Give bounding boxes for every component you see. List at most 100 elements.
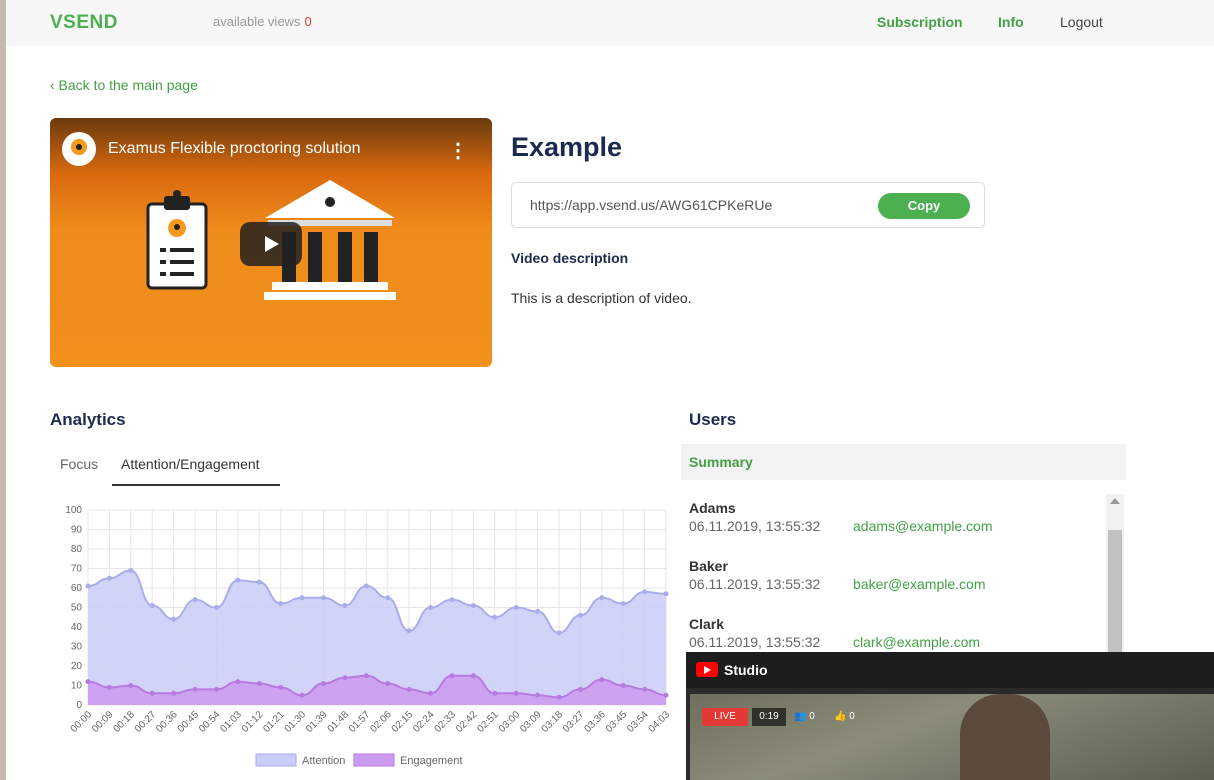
video-title[interactable]: Examus Flexible proctoring solution xyxy=(108,140,361,158)
viewers-count: 👥 0 xyxy=(794,711,815,722)
x-tick-label: 03:00 xyxy=(497,709,523,735)
x-tick-label: 02:33 xyxy=(433,709,459,735)
scrollbar-thumb[interactable] xyxy=(1108,530,1122,654)
x-tick-label: 00:18 xyxy=(111,709,137,735)
engagement-point xyxy=(213,686,219,692)
y-tick-label: 70 xyxy=(71,564,83,575)
webcam-feed: LIVE 0:19 👥 0 👍 0 xyxy=(690,694,1214,780)
attention-point xyxy=(385,595,391,601)
attention-point xyxy=(85,583,91,589)
x-tick-label: 01:57 xyxy=(347,709,373,735)
attention-point xyxy=(535,608,541,614)
summary-label: Summary xyxy=(689,454,753,470)
x-tick-label: 00:54 xyxy=(197,709,223,735)
x-tick-label: 01:48 xyxy=(326,709,352,735)
studio-overlay-window[interactable]: Studio LIVE 0:19 👥 0 👍 0 xyxy=(686,652,1214,780)
attention-point xyxy=(449,597,455,603)
x-tick-label: 02:42 xyxy=(454,709,480,735)
attention-point xyxy=(577,612,583,618)
analytics-heading: Analytics xyxy=(50,410,126,429)
attention-point xyxy=(192,597,198,603)
video-name-title: Example xyxy=(511,132,623,162)
engagement-point xyxy=(599,677,605,683)
channel-logo-icon xyxy=(62,132,96,166)
copy-button[interactable]: Copy xyxy=(878,193,970,219)
y-tick-label: 50 xyxy=(71,603,83,614)
users-list: Adams 06.11.2019, 13:55:32 adams@example.… xyxy=(689,500,1109,674)
person-image xyxy=(960,694,1050,780)
list-item[interactable]: Baker 06.11.2019, 13:55:32 baker@example.… xyxy=(689,558,1109,616)
engagement-point xyxy=(128,683,134,688)
y-tick-label: 80 xyxy=(71,544,83,555)
x-tick-label: 03:18 xyxy=(540,709,566,735)
x-tick-label: 01:39 xyxy=(304,709,330,735)
play-button[interactable] xyxy=(240,222,302,266)
active-tab-indicator xyxy=(112,484,280,486)
list-item[interactable]: Adams 06.11.2019, 13:55:32 adams@example.… xyxy=(689,500,1109,558)
user-email[interactable]: adams@example.com xyxy=(853,518,993,534)
engagement-point xyxy=(642,686,648,692)
studio-title: Studio xyxy=(724,662,768,678)
user-name: Adams xyxy=(689,500,736,516)
y-tick-label: 90 xyxy=(71,525,83,536)
attention-point xyxy=(299,595,305,601)
user-email[interactable]: clark@example.com xyxy=(853,634,980,650)
clipboard-icon xyxy=(146,190,208,290)
engagement-point xyxy=(449,673,455,679)
nav-info[interactable]: Info xyxy=(998,14,1024,30)
engagement-point xyxy=(299,692,305,698)
nav-logout[interactable]: Logout xyxy=(1060,14,1103,30)
engagement-point xyxy=(149,690,155,696)
attention-point xyxy=(256,579,262,585)
x-tick-label: 01:21 xyxy=(261,709,287,735)
x-tick-label: 01:30 xyxy=(283,709,309,735)
engagement-point xyxy=(235,679,241,685)
attention-point xyxy=(406,628,412,634)
engagement-point xyxy=(278,684,284,690)
x-tick-label: 04:03 xyxy=(647,709,673,735)
available-views: available views 0 xyxy=(213,14,312,29)
engagement-point xyxy=(192,686,198,692)
x-tick-label: 03:36 xyxy=(582,709,608,735)
back-link[interactable]: ‹ Back to the main page xyxy=(50,77,198,93)
attention-engagement-chart: 010203040506070809010000:0000:0900:1800:… xyxy=(65,505,673,767)
app-logo[interactable]: VSEND xyxy=(50,12,118,34)
more-vert-icon[interactable]: ⋮ xyxy=(448,138,468,163)
engagement-point xyxy=(492,690,498,696)
x-tick-label: 02:06 xyxy=(368,709,394,735)
attention-point xyxy=(492,614,498,620)
share-url-text[interactable]: https://app.vsend.us/AWG61CPKeRUe xyxy=(530,197,772,213)
summary-tab[interactable]: Summary xyxy=(681,444,1126,480)
attention-point xyxy=(663,591,669,597)
attention-point xyxy=(642,589,648,595)
engagement-point xyxy=(577,686,583,692)
nav-subscription[interactable]: Subscription xyxy=(877,14,963,30)
attention-point xyxy=(556,630,562,636)
video-player[interactable]: Examus Flexible proctoring solution ⋮ xyxy=(50,118,492,367)
user-email[interactable]: baker@example.com xyxy=(853,576,986,592)
user-name: Clark xyxy=(689,616,725,632)
attention-point xyxy=(513,605,519,610)
engagement-point xyxy=(320,681,326,687)
attention-point xyxy=(128,567,134,573)
users-scrollbar[interactable] xyxy=(1106,494,1124,654)
studio-titlebar: Studio xyxy=(686,652,1214,688)
engagement-point xyxy=(256,681,262,687)
attention-point xyxy=(320,595,326,601)
engagement-point xyxy=(385,681,391,687)
y-tick-label: 40 xyxy=(71,622,83,633)
engagement-point xyxy=(535,692,541,698)
tab-attention-engagement[interactable]: Attention/Engagement xyxy=(121,456,260,472)
x-tick-label: 03:45 xyxy=(604,709,630,735)
tab-focus[interactable]: Focus xyxy=(60,456,98,472)
user-date: 06.11.2019, 13:55:32 xyxy=(689,634,821,650)
legend-label-attention: Attention xyxy=(302,755,345,767)
y-tick-label: 100 xyxy=(65,505,82,516)
user-date: 06.11.2019, 13:55:32 xyxy=(689,518,821,534)
user-date: 06.11.2019, 13:55:32 xyxy=(689,576,821,592)
x-tick-label: 02:51 xyxy=(475,709,501,735)
scroll-up-icon[interactable] xyxy=(1110,498,1120,504)
attention-point xyxy=(342,603,348,609)
engagement-point xyxy=(85,679,91,685)
engagement-point xyxy=(513,690,519,696)
